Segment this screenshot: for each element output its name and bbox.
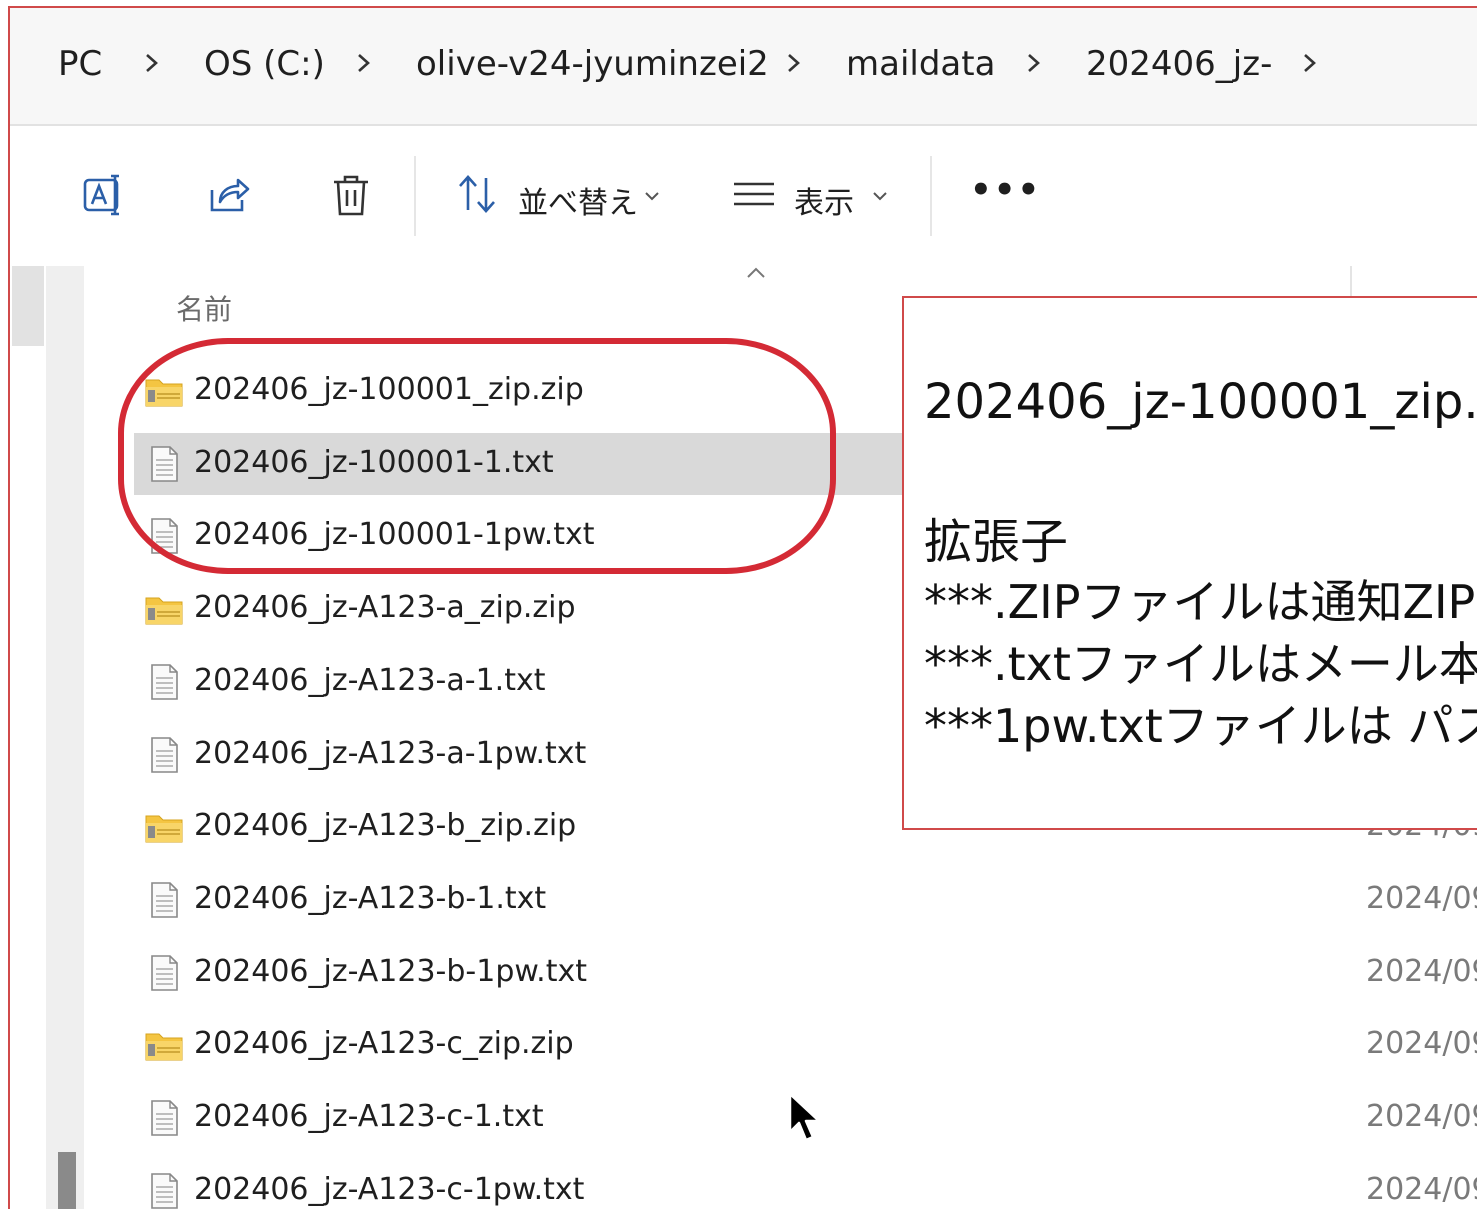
rename-icon[interactable] [82,172,128,218]
text-file-icon [151,664,178,700]
chevron-right-icon [358,54,370,72]
file-date-modified: 2024/09 [1366,1026,1477,1061]
text-file-icon [151,737,178,773]
toolbar-separator [930,156,932,236]
annotation-line: ***1pw.txtファイルは パス [924,699,1477,753]
command-bar: 並べ替え 表示 ••• [10,126,1477,268]
breadcrumb-folder-maildata[interactable]: maildata [846,44,995,84]
text-file-icon [151,1100,178,1136]
file-name: 202406_jz-A123-b-1pw.txt [194,954,587,989]
toolbar-separator [414,156,416,236]
annotation-line: ***.txtファイルはメール本 [924,637,1477,691]
more-options-button[interactable]: ••• [970,170,1041,210]
file-row[interactable]: 202406_jz-A123-b-1.txt 2024/09 [134,869,1477,931]
breadcrumb-folder-olive[interactable]: olive-v24-jyuminzei2 [416,44,769,84]
explorer-window: PC OS (C:) olive-v24-jyuminzei2 maildata… [8,6,1477,1209]
zip-folder-icon [145,1033,183,1061]
highlight-oval [118,338,836,574]
chevron-up-icon [747,267,765,278]
chevron-right-icon [788,54,800,72]
annotation-heading: 拡張子 [924,514,1069,570]
text-file-icon [151,882,178,918]
annotation-box: 202406_jz-100001_zip.zip 拡張子 ***.ZIPファイル… [902,296,1477,830]
annotation-line: ***.ZIPファイルは通知ZIP [924,575,1476,629]
zip-folder-icon [145,597,183,625]
chevron-right-icon [1028,54,1040,72]
chevron-right-icon [146,54,158,72]
file-row[interactable]: 202406_jz-A123-c_zip.zip 2024/09 [134,1014,1477,1076]
chevron-right-icon[interactable] [1298,48,1322,78]
file-name: 202406_jz-A123-c-1pw.txt [194,1172,585,1207]
text-file-icon [151,955,178,991]
view-button[interactable]: 表示 [794,178,854,222]
file-name: 202406_jz-A123-b-1.txt [194,881,547,916]
file-name: 202406_jz-A123-a-1pw.txt [194,736,587,771]
file-name: 202406_jz-A123-a-1.txt [194,663,546,698]
share-icon[interactable] [206,172,252,218]
file-date-modified: 2024/09 [1366,1099,1477,1134]
column-divider[interactable] [1350,266,1352,300]
file-name: 202406_jz-A123-a_zip.zip [194,590,576,625]
navigation-pane [10,266,92,1209]
text-file-icon [151,1173,178,1209]
file-row[interactable]: 202406_jz-A123-c-1pw.txt 2024/09 [134,1160,1477,1209]
breadcrumb: PC OS (C:) olive-v24-jyuminzei2 maildata… [10,8,1477,126]
column-header-name[interactable]: 名前 [176,288,232,328]
chevron-down-icon [873,192,887,201]
scrollbar-thumb[interactable] [58,1152,76,1209]
breadcrumb-drive[interactable]: OS (C:) [204,44,325,84]
mouse-cursor-icon [788,1092,821,1142]
file-row[interactable]: 202406_jz-A123-b-1pw.txt 2024/09 [134,942,1477,1004]
chevron-down-icon [645,192,659,201]
file-name: 202406_jz-A123-c_zip.zip [194,1026,574,1061]
sort-button[interactable]: 並べ替え [518,178,638,222]
sort-arrows-icon[interactable] [456,172,500,216]
scrollbar-track[interactable] [46,266,84,1209]
breadcrumb-pc[interactable]: PC [58,44,102,84]
delete-trash-icon[interactable] [328,172,374,218]
file-date-modified: 2024/09 [1366,881,1477,916]
nav-pane-scroll-area [12,266,44,346]
file-date-modified: 2024/09 [1366,1172,1477,1207]
breadcrumb-folder-current[interactable]: 202406_jz- [1086,44,1272,84]
file-date-modified: 2024/09 [1366,954,1477,989]
file-name: 202406_jz-A123-b_zip.zip [194,808,577,843]
zip-folder-icon [145,815,183,843]
file-name: 202406_jz-A123-c-1.txt [194,1099,544,1134]
view-lines-icon[interactable] [732,172,776,216]
annotation-filename: 202406_jz-100001_zip.zip [924,374,1477,430]
